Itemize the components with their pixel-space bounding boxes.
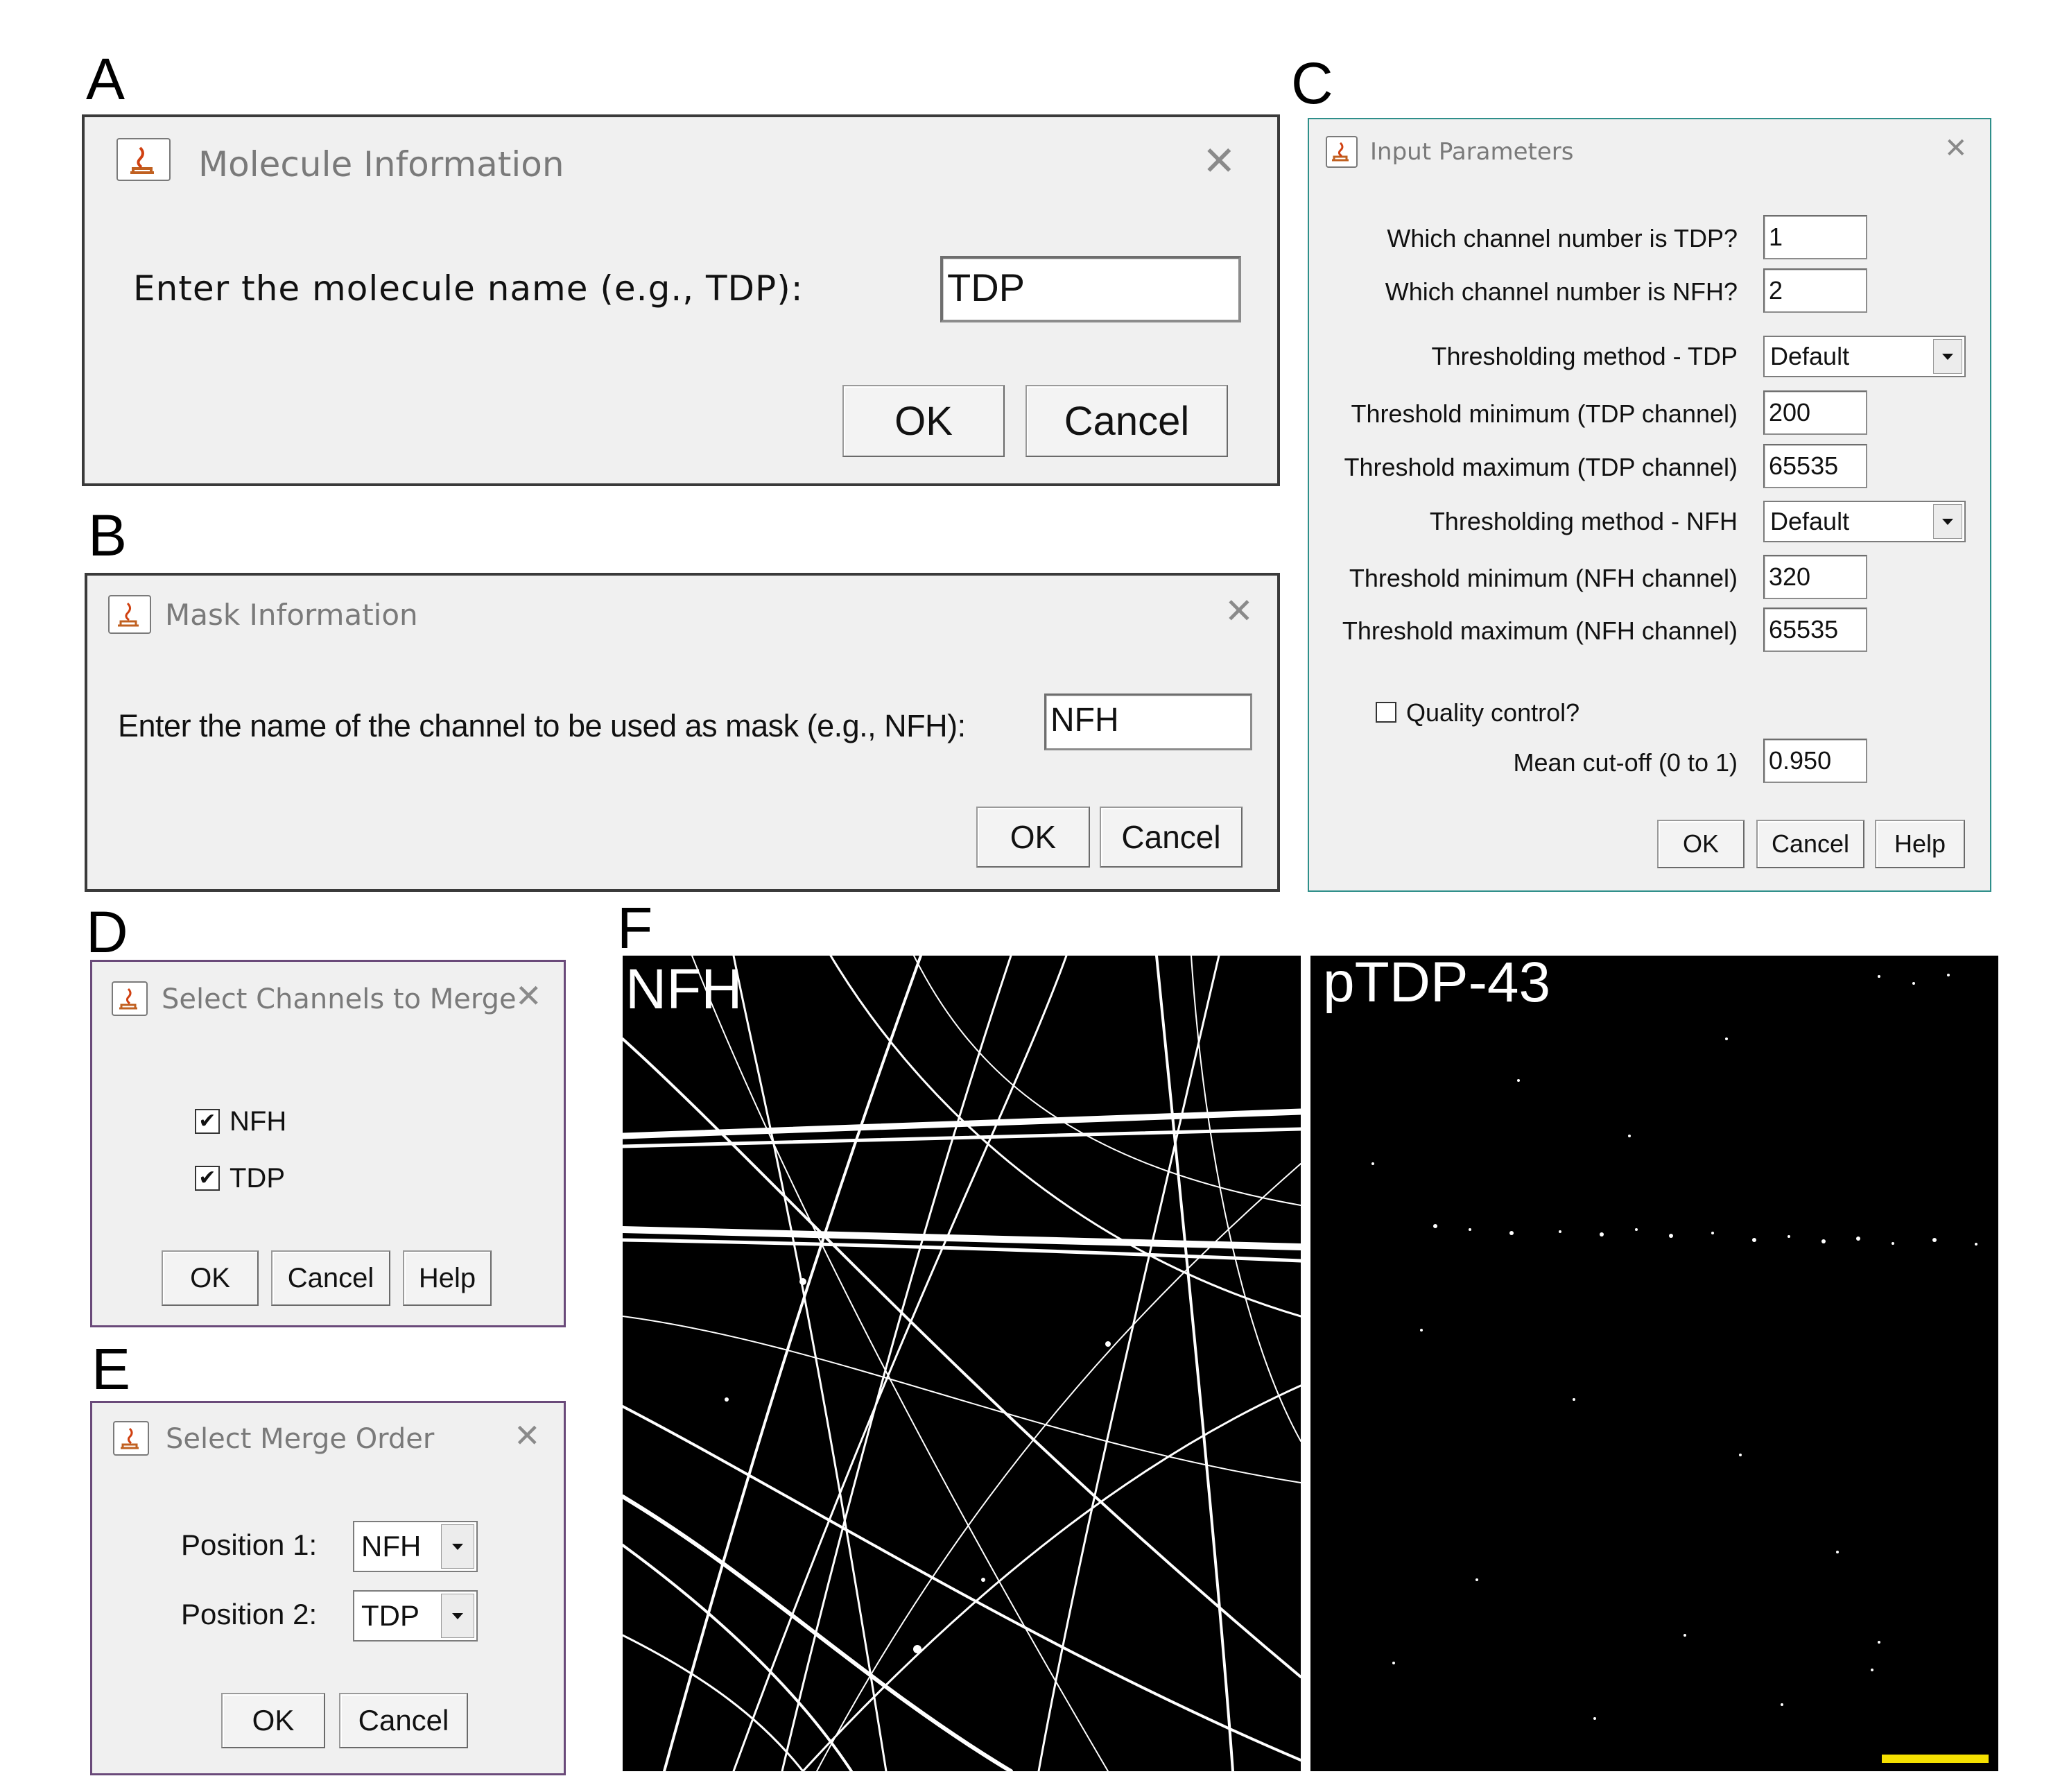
dialog-title: Mask Information (165, 598, 418, 632)
ok-button[interactable]: OK (162, 1250, 259, 1306)
tdp-checkbox[interactable]: ✔ (195, 1166, 220, 1191)
tdp-channel-number-value: 1 (1769, 223, 1783, 251)
chevron-down-icon[interactable] (1933, 339, 1962, 374)
close-icon[interactable]: ✕ (1202, 141, 1236, 181)
ok-button[interactable]: OK (842, 385, 1005, 457)
tdp-threshold-min-input[interactable]: 200 (1763, 390, 1867, 435)
nfh-channel-number-label: Which channel number is NFH? (1385, 277, 1738, 306)
java-cup-icon (1326, 136, 1358, 168)
tdp-threshold-method-select[interactable]: Default (1763, 336, 1966, 377)
dialog-title: Input Parameters (1370, 138, 1574, 166)
ok-button[interactable]: OK (221, 1693, 325, 1748)
nfh-micrograph: NFH (623, 956, 1301, 1771)
position-2-value: TDP (361, 1599, 419, 1632)
panel-letter-d: D (86, 899, 128, 965)
title-bar[interactable]: Select Merge Order ✕ (92, 1403, 564, 1472)
help-button[interactable]: Help (403, 1250, 492, 1306)
input-parameters-dialog: Input Parameters ✕ Which channel number … (1308, 118, 1991, 892)
close-icon[interactable]: ✕ (1224, 594, 1254, 628)
help-button[interactable]: Help (1875, 820, 1965, 868)
nfh-threshold-max-input[interactable]: 65535 (1763, 608, 1867, 652)
title-bar[interactable]: Mask Information ✕ (87, 576, 1277, 652)
close-icon[interactable]: ✕ (515, 980, 542, 1012)
tdp-threshold-method-label: Thresholding method - TDP (1431, 342, 1738, 370)
tdp-channel-number-label: Which channel number is TDP? (1387, 224, 1738, 252)
position-1-value: NFH (361, 1530, 422, 1562)
cancel-button[interactable]: Cancel (1025, 385, 1228, 457)
molecule-name-input[interactable]: TDP (940, 256, 1241, 322)
position-2-label: Position 2: (181, 1598, 318, 1630)
java-cup-icon (113, 1421, 149, 1456)
title-bar[interactable]: Input Parameters ✕ (1309, 119, 1990, 182)
ptdp43-puncta (1371, 974, 1977, 1720)
chevron-down-icon[interactable] (441, 1594, 474, 1638)
scale-bar (1882, 1755, 1989, 1763)
tdp-threshold-max-input[interactable]: 65535 (1763, 444, 1867, 488)
nfh-threshold-method-label: Thresholding method - NFH (1429, 507, 1738, 535)
panel-letter-a: A (86, 46, 125, 112)
nfh-channel-number-value: 2 (1769, 276, 1783, 304)
dialog-title: Select Channels to Merge (162, 983, 517, 1015)
java-cup-icon (116, 138, 171, 181)
dialog-title: Molecule Information (198, 144, 564, 184)
nfh-threshold-method-select[interactable]: Default (1763, 501, 1966, 542)
mask-channel-value: NFH (1050, 702, 1119, 739)
nfh-image-label: NFH (625, 958, 743, 1021)
nfh-threshold-max-value: 65535 (1769, 615, 1839, 644)
mask-channel-input[interactable]: NFH (1044, 693, 1252, 750)
select-channels-dialog: Select Channels to Merge ✕ ✔ NFH ✔ TDP O… (90, 960, 566, 1327)
ptdp43-micrograph: pTDP-43 (1310, 956, 1998, 1771)
quality-control-checkbox[interactable] (1376, 702, 1396, 723)
nfh-checkbox[interactable]: ✔ (195, 1109, 220, 1134)
title-bar[interactable]: Molecule Information ✕ (85, 117, 1277, 206)
ok-button[interactable]: OK (976, 807, 1090, 868)
panel-letter-b: B (88, 503, 128, 568)
cancel-button[interactable]: Cancel (339, 1693, 468, 1748)
nfh-threshold-method-value: Default (1770, 507, 1850, 535)
panel-letter-f: F (617, 895, 653, 960)
ok-button[interactable]: OK (1657, 820, 1745, 868)
ptdp43-image-label: pTDP-43 (1323, 956, 1551, 1014)
select-merge-order-dialog: Select Merge Order ✕ Position 1: NFH Pos… (90, 1401, 566, 1775)
mean-cutoff-input[interactable]: 0.950 (1763, 739, 1867, 783)
mask-channel-label: Enter the name of the channel to be used… (118, 708, 966, 743)
tdp-threshold-max-label: Threshold maximum (TDP channel) (1344, 453, 1738, 481)
chevron-down-icon[interactable] (1933, 504, 1962, 539)
tdp-threshold-method-value: Default (1770, 342, 1850, 370)
panel-letter-c: C (1291, 51, 1333, 116)
nfh-threshold-min-value: 320 (1769, 562, 1811, 591)
chevron-down-icon[interactable] (441, 1524, 474, 1569)
molecule-information-dialog: Molecule Information ✕ Enter the molecul… (82, 114, 1280, 486)
cancel-button[interactable]: Cancel (271, 1250, 390, 1306)
position-1-select[interactable]: NFH (353, 1521, 478, 1572)
quality-control-label: Quality control? (1406, 698, 1580, 727)
position-1-label: Position 1: (181, 1528, 318, 1561)
cancel-button[interactable]: Cancel (1756, 820, 1864, 868)
java-cup-icon (108, 595, 151, 634)
java-cup-icon (112, 981, 148, 1016)
cancel-button[interactable]: Cancel (1100, 807, 1243, 868)
tdp-threshold-min-value: 200 (1769, 398, 1811, 427)
mean-cutoff-value: 0.950 (1769, 746, 1832, 775)
position-2-select[interactable]: TDP (353, 1590, 478, 1642)
close-icon[interactable]: ✕ (514, 1420, 541, 1451)
dialog-title: Select Merge Order (166, 1423, 435, 1455)
mask-information-dialog: Mask Information ✕ Enter the name of the… (85, 573, 1280, 892)
nfh-threshold-min-input[interactable]: 320 (1763, 555, 1867, 599)
nfh-checkbox-label: NFH (230, 1106, 287, 1137)
tdp-checkbox-label: TDP (230, 1163, 285, 1194)
nfh-threshold-min-label: Threshold minimum (NFH channel) (1349, 564, 1738, 592)
tdp-threshold-min-label: Threshold minimum (TDP channel) (1351, 399, 1738, 428)
nfh-filament-network (623, 956, 1301, 1771)
panel-letter-e: E (92, 1336, 131, 1402)
close-icon[interactable]: ✕ (1944, 135, 1968, 162)
molecule-name-label: Enter the molecule name (e.g., TDP): (133, 268, 804, 309)
tdp-threshold-max-value: 65535 (1769, 451, 1839, 480)
title-bar[interactable]: Select Channels to Merge ✕ (92, 962, 564, 1031)
molecule-name-value: TDP (947, 266, 1025, 309)
nfh-channel-number-input[interactable]: 2 (1763, 268, 1867, 313)
tdp-channel-number-input[interactable]: 1 (1763, 215, 1867, 259)
nfh-threshold-max-label: Threshold maximum (NFH channel) (1342, 617, 1738, 645)
mean-cutoff-label: Mean cut-off (0 to 1) (1513, 748, 1738, 777)
